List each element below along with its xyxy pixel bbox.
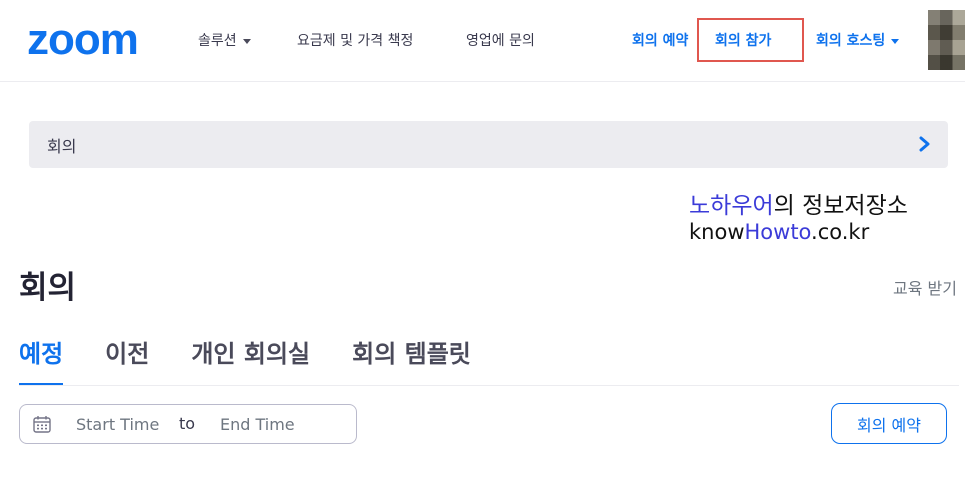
nav-schedule-label: 회의 예약 [632, 33, 689, 49]
watermark-text: 의 정보저장소 [773, 193, 908, 219]
nav-contact-sales-label: 영업에 문의 [466, 33, 535, 49]
tab-meeting-templates[interactable]: 회의 템플릿 [352, 330, 471, 386]
date-range-picker[interactable]: Start Time to End Time [19, 404, 357, 444]
page-title: 회의 [19, 270, 77, 306]
schedule-meeting-button[interactable]: 회의 예약 [831, 403, 947, 444]
watermark: 노하우어의 정보저장소 knowHowto.co.kr [689, 186, 908, 244]
chevron-right-icon[interactable] [918, 136, 932, 152]
nav-join-meeting[interactable]: 회의 참가 [715, 30, 771, 50]
nav-host-label: 회의 호스팅 [816, 33, 886, 49]
top-header: zoom 솔루션 요금제 및 가격 책정 영업에 문의 회의 예약 회의 참가 … [0, 0, 965, 82]
calendar-icon [33, 416, 51, 433]
page: zoom 솔루션 요금제 및 가격 책정 영업에 문의 회의 예약 회의 참가 … [0, 0, 965, 487]
nav-schedule-meeting[interactable]: 회의 예약 [632, 30, 688, 50]
breadcrumb[interactable]: 회의 [29, 121, 948, 168]
watermark-blue-text: 노하우어 [689, 193, 774, 219]
nav-join-label: 회의 참가 [715, 33, 772, 49]
avatar[interactable] [928, 10, 965, 70]
training-link[interactable]: 교육 받기 [893, 275, 957, 299]
logo-text: zoom [27, 20, 138, 60]
chevron-down-icon [242, 38, 251, 44]
tabs-divider [19, 385, 959, 386]
nav-solutions[interactable]: 솔루션 [198, 30, 251, 50]
chevron-down-icon [891, 38, 900, 44]
watermark-line2: knowHowto.co.kr [689, 220, 908, 244]
watermark-line1: 노하우어의 정보저장소 [689, 186, 908, 219]
nav-pricing-label: 요금제 및 가격 책정 [297, 33, 414, 49]
watermark-url-post: .co.kr [811, 220, 870, 244]
watermark-url-pre: know [689, 220, 745, 244]
end-time-input[interactable]: End Time [220, 415, 295, 434]
tab-bar: 예정 이전 개인 회의실 회의 템플릿 [19, 330, 513, 386]
nav-solutions-label: 솔루션 [198, 33, 237, 49]
watermark-url-blue: Howto [744, 220, 812, 244]
start-time-input[interactable]: Start Time [76, 415, 159, 434]
tab-upcoming[interactable]: 예정 [19, 330, 64, 386]
zoom-logo[interactable]: zoom [27, 20, 169, 60]
tab-previous[interactable]: 이전 [105, 330, 149, 386]
nav-host-meeting[interactable]: 회의 호스팅 [816, 30, 900, 50]
nav-contact-sales[interactable]: 영업에 문의 [466, 30, 535, 50]
date-range-separator: to [179, 414, 196, 433]
tab-personal-room[interactable]: 개인 회의실 [191, 330, 310, 386]
nav-pricing[interactable]: 요금제 및 가격 책정 [297, 30, 413, 50]
breadcrumb-label: 회의 [47, 136, 77, 156]
